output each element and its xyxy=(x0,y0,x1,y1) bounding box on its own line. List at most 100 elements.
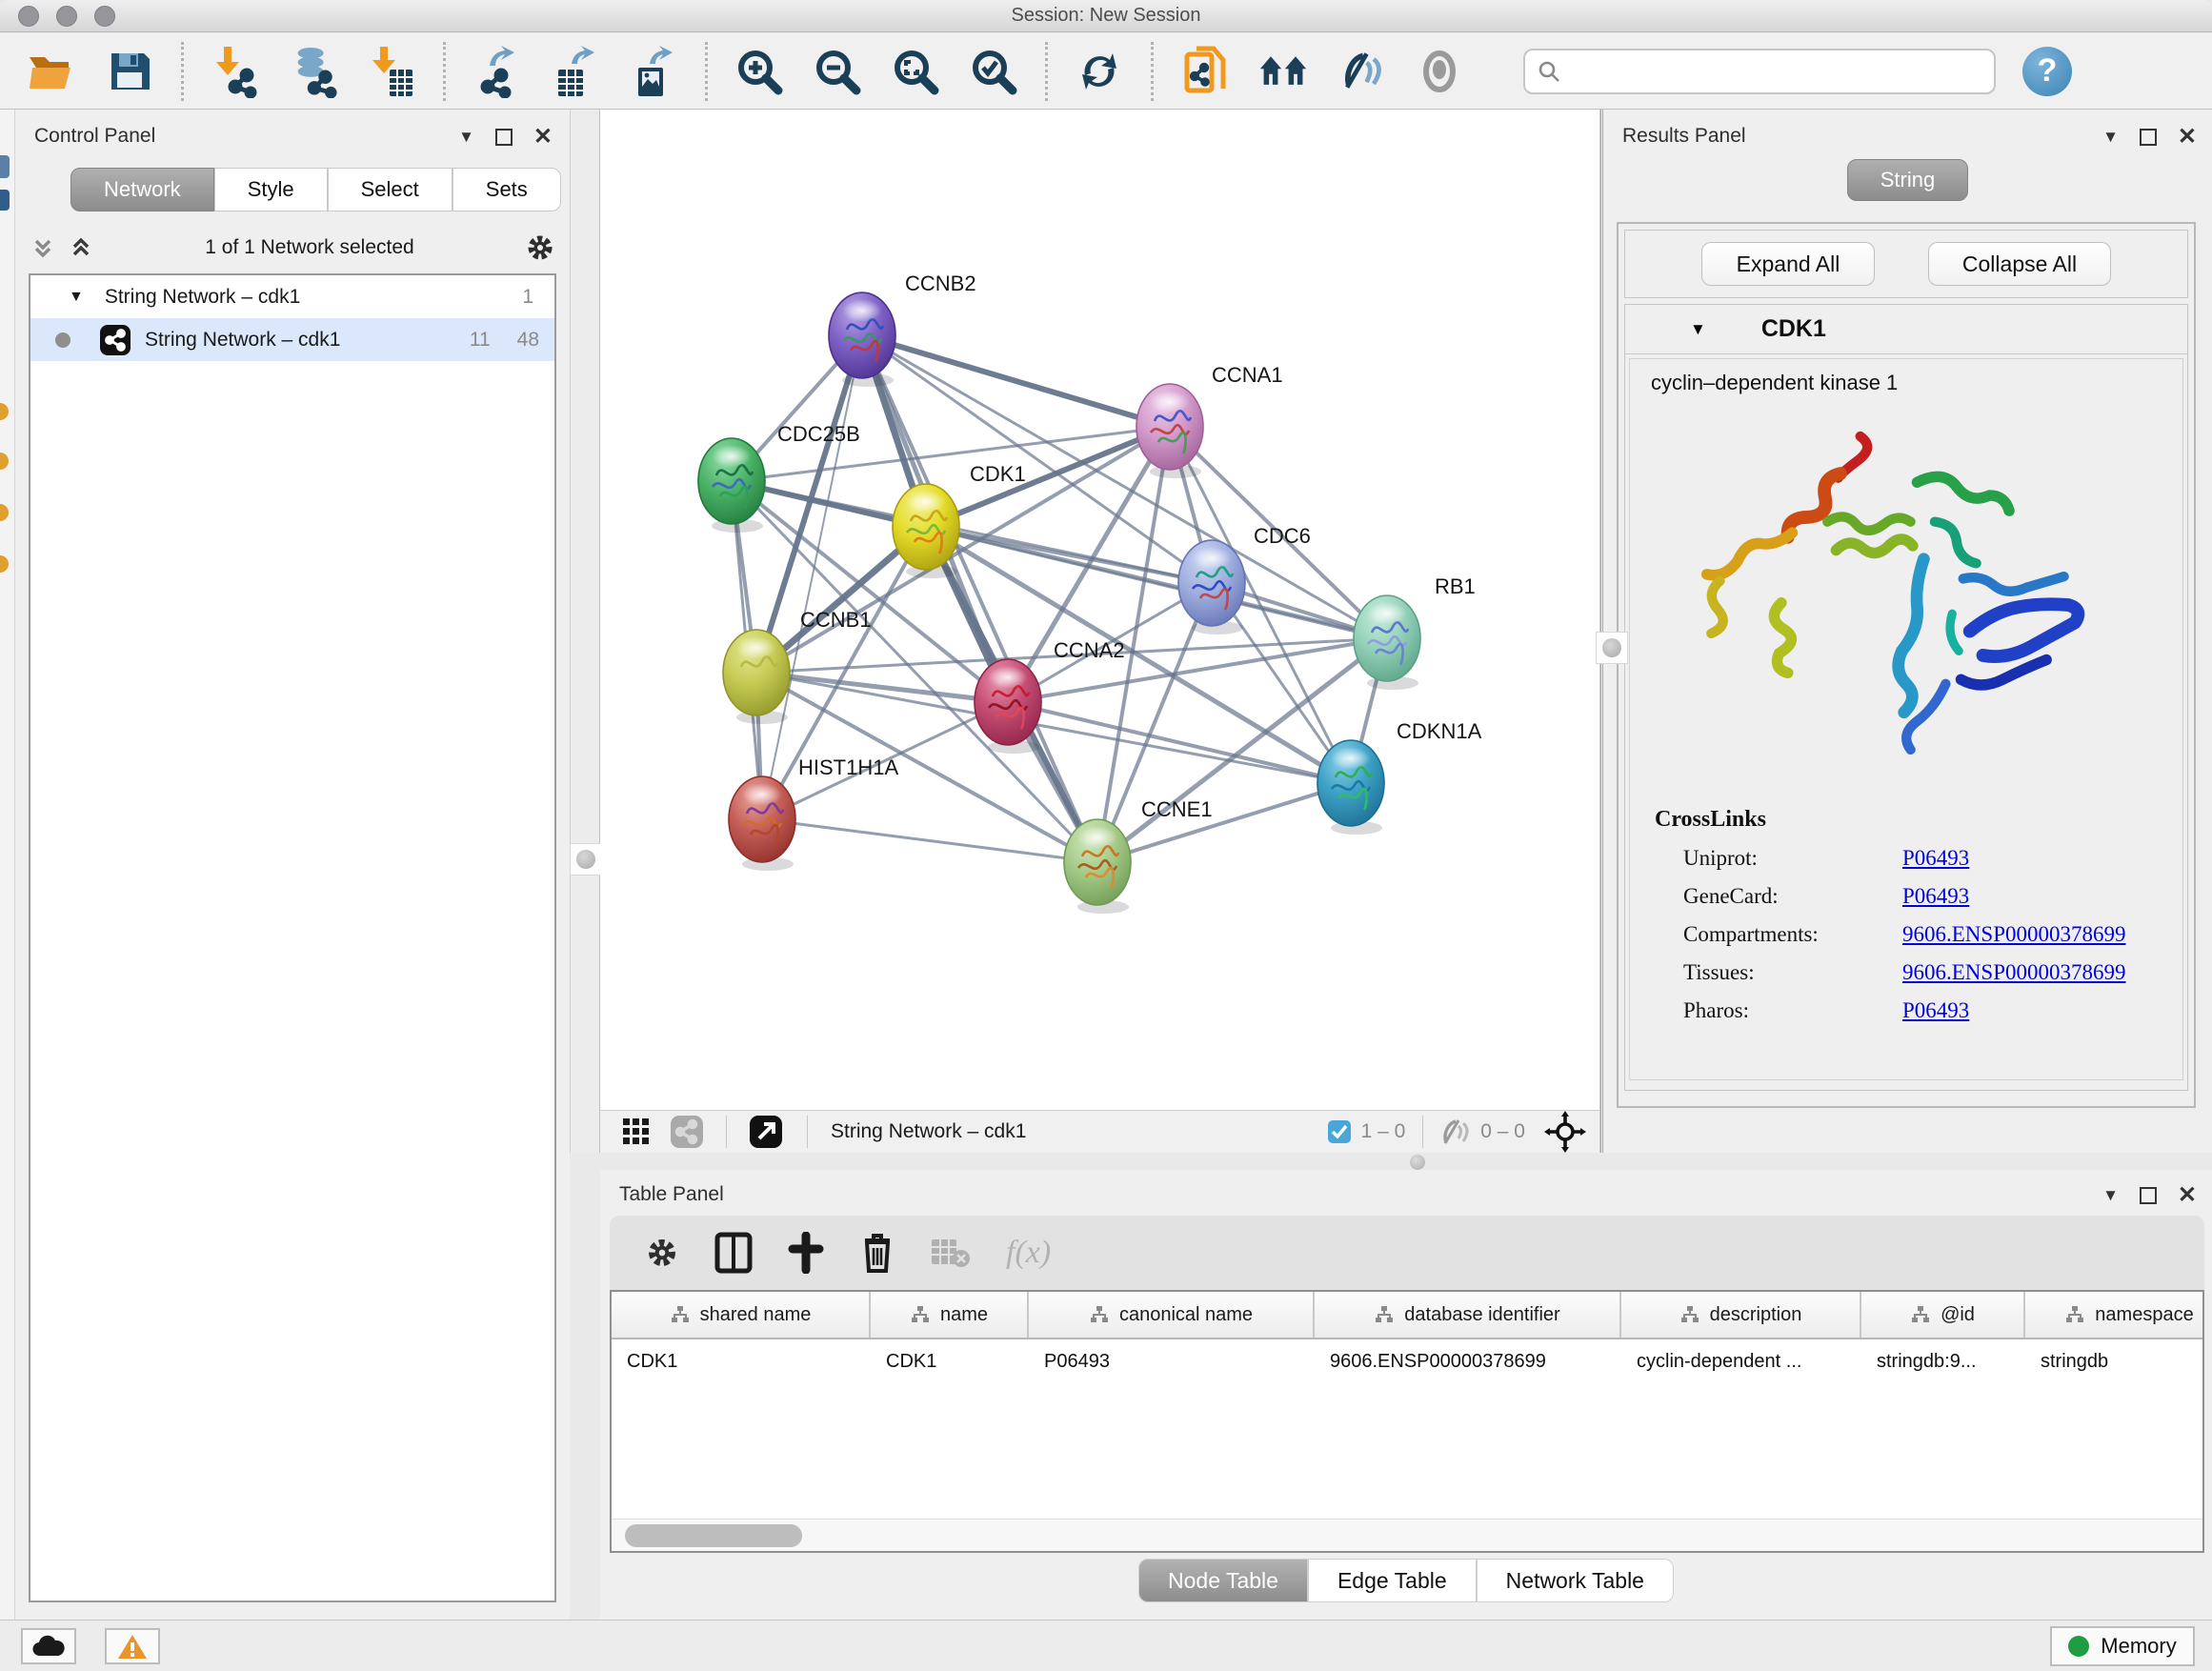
tab-select[interactable]: Select xyxy=(328,168,452,211)
crosslink-value[interactable]: 9606.ENSP00000378699 xyxy=(1902,922,2126,947)
tab-network[interactable]: Network xyxy=(70,168,214,211)
dock-app-icon[interactable] xyxy=(0,453,9,470)
hide-selected-icon[interactable] xyxy=(1337,45,1386,98)
network-edge[interactable] xyxy=(756,673,1008,702)
import-network-file-icon[interactable] xyxy=(211,45,260,98)
dock-app-icon[interactable] xyxy=(0,555,9,573)
splitter-grip[interactable] xyxy=(570,843,602,876)
splitter-grip[interactable] xyxy=(1410,1155,1425,1170)
dock-app-icon[interactable] xyxy=(0,155,10,178)
column-header-name[interactable]: name xyxy=(871,1292,1029,1338)
scrollbar-thumb[interactable] xyxy=(625,1524,802,1547)
dock-app-icon[interactable] xyxy=(0,190,10,211)
first-neighbors-icon[interactable] xyxy=(1258,45,1308,98)
column-header-id[interactable]: @id xyxy=(1861,1292,2025,1338)
network-edge[interactable] xyxy=(1008,702,1351,783)
network-node[interactable]: HIST1H1A xyxy=(729,755,898,871)
search-input[interactable] xyxy=(1561,60,1982,82)
table-panel-float-icon[interactable] xyxy=(2140,1187,2157,1204)
results-panel-menu-icon[interactable]: ▼ xyxy=(2102,128,2119,147)
import-table-icon[interactable] xyxy=(367,45,416,98)
network-edge[interactable] xyxy=(862,335,1387,638)
network-node[interactable]: CDC25B xyxy=(698,422,860,533)
add-column-icon[interactable] xyxy=(787,1232,825,1274)
tab-style[interactable]: Style xyxy=(214,168,328,211)
tab-sets[interactable]: Sets xyxy=(452,168,561,211)
show-columns-icon[interactable] xyxy=(714,1232,753,1274)
column-header-canonicalname[interactable]: canonical name xyxy=(1029,1292,1315,1338)
save-session-icon[interactable] xyxy=(105,45,154,98)
horizontal-splitter[interactable] xyxy=(600,1153,2212,1170)
table-options-gear-icon[interactable] xyxy=(644,1235,680,1271)
network-node[interactable]: CDKN1A xyxy=(1317,719,1482,835)
gene-section-expander-icon[interactable]: ▼ xyxy=(1690,320,1706,339)
network-node[interactable]: CCNB2 xyxy=(829,272,976,387)
tab-network-table[interactable]: Network Table xyxy=(1477,1559,1674,1602)
delete-column-icon[interactable] xyxy=(859,1231,895,1275)
cloud-status-button[interactable] xyxy=(21,1628,76,1664)
expand-all-button[interactable]: Expand All xyxy=(1701,242,1875,286)
network-badge-gray-icon[interactable] xyxy=(669,1114,705,1150)
help-button[interactable]: ? xyxy=(2022,47,2072,96)
warnings-button[interactable] xyxy=(105,1628,160,1664)
export-network-icon[interactable] xyxy=(473,45,522,98)
results-panel-close-icon[interactable]: ✕ xyxy=(2178,123,2197,151)
vertical-splitter-left[interactable] xyxy=(570,110,600,1153)
column-header-sharedname[interactable]: shared name xyxy=(612,1292,871,1338)
network-collection-row[interactable]: ▼ String Network – cdk1 1 xyxy=(30,275,554,318)
splitter-grip[interactable] xyxy=(1596,632,1628,664)
zoom-out-icon[interactable] xyxy=(813,45,862,98)
table-row[interactable]: CDK1CDK1P064939606.ENSP00000378699cyclin… xyxy=(612,1339,2202,1383)
table-panel-menu-icon[interactable]: ▼ xyxy=(2102,1186,2119,1205)
table-hscrollbar[interactable] xyxy=(612,1519,2202,1551)
crosslink-value[interactable]: P06493 xyxy=(1902,998,1969,1023)
tab-string[interactable]: String xyxy=(1847,159,1968,201)
export-image-icon[interactable] xyxy=(629,45,678,98)
network-node[interactable]: CCNE1 xyxy=(1064,797,1213,914)
table-panel-close-icon[interactable]: ✕ xyxy=(2178,1181,2197,1209)
open-in-window-icon[interactable] xyxy=(748,1114,784,1150)
tab-node-table[interactable]: Node Table xyxy=(1138,1559,1308,1602)
selected-checkbox-icon[interactable] xyxy=(1327,1119,1352,1144)
tree-expander-icon[interactable]: ▼ xyxy=(69,289,84,306)
zoom-in-icon[interactable] xyxy=(734,45,784,98)
network-node[interactable]: CDC6 xyxy=(1178,524,1311,634)
import-network-database-icon[interactable] xyxy=(289,45,338,98)
collapse-all-button[interactable]: Collapse All xyxy=(1928,242,2111,286)
zoom-fit-icon[interactable] xyxy=(891,45,940,98)
tab-edge-table[interactable]: Edge Table xyxy=(1308,1559,1477,1602)
network-node[interactable]: CCNA1 xyxy=(1136,363,1283,478)
fit-content-crosshair-icon[interactable] xyxy=(1544,1111,1586,1153)
open-file-icon[interactable] xyxy=(27,45,76,98)
export-table-icon[interactable] xyxy=(551,45,600,98)
column-header-databaseidentifier[interactable]: database identifier xyxy=(1315,1292,1621,1338)
network-row[interactable]: String Network – cdk1 11 48 xyxy=(30,318,554,361)
results-panel-float-icon[interactable] xyxy=(2140,129,2157,146)
zoom-selected-icon[interactable] xyxy=(969,45,1018,98)
network-options-gear-icon[interactable] xyxy=(524,232,556,264)
dock-app-icon[interactable] xyxy=(0,403,9,420)
expand-all-tree-icon[interactable] xyxy=(67,233,95,262)
crosslink-value[interactable]: P06493 xyxy=(1902,884,1969,909)
network-edge[interactable] xyxy=(762,335,862,819)
search-field[interactable] xyxy=(1523,49,1996,94)
network-edge[interactable] xyxy=(862,335,1170,427)
network-canvas[interactable]: CCNB2 CCNA1 CDC25B CDK1 CDC6 xyxy=(600,110,1600,1110)
clone-network-icon[interactable] xyxy=(1180,45,1230,98)
show-all-icon[interactable] xyxy=(1415,45,1464,98)
dock-app-icon[interactable] xyxy=(0,504,9,521)
network-edge[interactable] xyxy=(1097,783,1351,862)
network-edge[interactable] xyxy=(862,335,1097,862)
crosslink-value[interactable]: 9606.ENSP00000378699 xyxy=(1902,960,2126,985)
grid-view-icon[interactable] xyxy=(619,1115,654,1149)
memory-button[interactable]: Memory xyxy=(2050,1626,2195,1666)
apply-layout-icon[interactable] xyxy=(1075,45,1124,98)
control-panel-float-icon[interactable] xyxy=(495,129,513,146)
column-header-description[interactable]: description xyxy=(1621,1292,1861,1338)
network-edge[interactable] xyxy=(762,819,1097,862)
network-node[interactable]: RB1 xyxy=(1354,574,1476,690)
column-header-namespace[interactable]: namespace xyxy=(2025,1292,2204,1338)
collapse-all-tree-icon[interactable] xyxy=(29,233,57,262)
crosslink-value[interactable]: P06493 xyxy=(1902,846,1969,871)
control-panel-close-icon[interactable]: ✕ xyxy=(533,123,553,151)
